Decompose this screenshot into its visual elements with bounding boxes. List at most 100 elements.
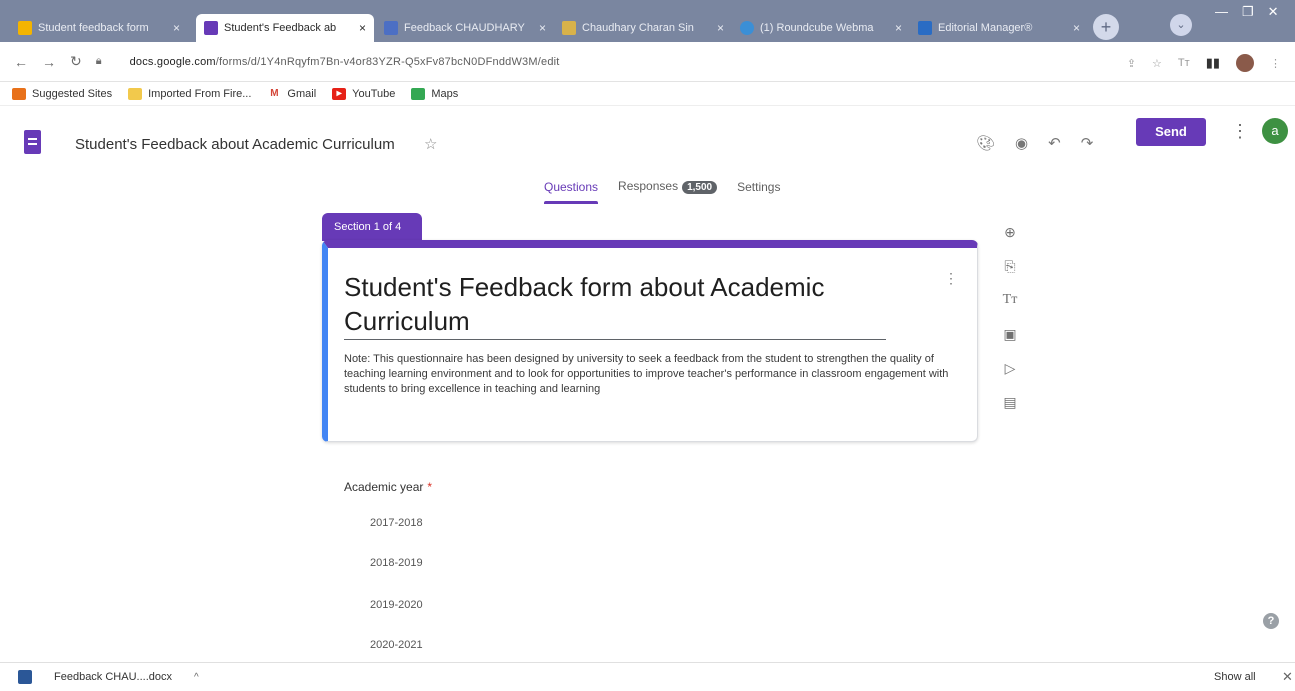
question-label: Academic year: [344, 480, 424, 494]
tab-questions[interactable]: Questions: [536, 178, 606, 204]
bookmarks-bar: Suggested Sites Imported From Fire... M …: [0, 82, 1295, 106]
add-image-icon[interactable]: ▣: [1000, 324, 1020, 344]
forms-icon: [204, 21, 218, 35]
bookmark-label: Imported From Fire...: [148, 87, 252, 100]
close-icon[interactable]: ×: [359, 21, 366, 35]
section-label: Section 1 of 4: [322, 213, 422, 241]
help-icon[interactable]: ?: [1263, 613, 1279, 629]
browser-tab-1[interactable]: Student feedback form ×: [10, 14, 188, 42]
bookmark-icon: [12, 87, 26, 100]
browser-menu-icon[interactable]: ⋮: [1270, 57, 1281, 70]
chevron-down-icon[interactable]: ⌄: [1170, 14, 1192, 36]
back-icon[interactable]: ←: [14, 54, 28, 70]
bookmark-star-icon[interactable]: ☆: [1152, 57, 1162, 70]
bookmark-label: YouTube: [352, 87, 396, 100]
window-controls: — ❐ ✕: [1215, 4, 1279, 20]
close-icon[interactable]: ×: [895, 21, 902, 35]
bookmark-suggested-sites[interactable]: Suggested Sites: [12, 87, 113, 100]
add-section-icon[interactable]: ▤: [1000, 392, 1020, 412]
tab-label: Feedback CHAUDHARY: [404, 22, 525, 34]
address-bar: ← → ↻ 🔒︎ docs.google.com/forms/d/1Y4nRqy…: [0, 42, 1295, 82]
more-vert-icon[interactable]: ⋮: [1231, 121, 1249, 142]
university-icon: [562, 21, 576, 35]
bookmark-youtube[interactable]: ▸ YouTube: [332, 87, 396, 100]
chevron-up-icon[interactable]: ^: [194, 672, 199, 683]
lock-icon[interactable]: 🔒︎: [96, 55, 102, 68]
tab-label: Student feedback form: [38, 22, 149, 34]
maps-icon: [411, 87, 426, 100]
undo-icon[interactable]: ↶: [1048, 134, 1061, 152]
forms-icon: [384, 21, 398, 35]
close-icon[interactable]: ×: [1073, 21, 1080, 35]
bookmark-gmail[interactable]: M Gmail: [267, 88, 316, 100]
download-bar: Feedback CHAU....docx ^ Show all ✕: [0, 662, 1295, 691]
option-item[interactable]: 2018-2019: [370, 557, 423, 569]
star-icon[interactable]: ☆: [424, 135, 437, 153]
title-underline: [344, 339, 886, 340]
tab-responses[interactable]: Responses 1,500: [610, 177, 725, 204]
option-item[interactable]: 2020-2021: [370, 639, 423, 651]
add-question-icon[interactable]: ⊕: [1000, 222, 1020, 242]
account-avatar[interactable]: a: [1262, 118, 1288, 144]
import-questions-icon[interactable]: ⎘: [1000, 256, 1020, 276]
browser-tab-4[interactable]: Chaudhary Charan Sin ×: [554, 14, 732, 42]
reload-icon[interactable]: ↻: [70, 53, 82, 70]
url-path: /forms/d/1Y4nRqyfm7Bn-v4or83YZR-Q5xFv87b…: [215, 55, 560, 68]
browser-tab-3[interactable]: Feedback CHAUDHARY ×: [376, 14, 554, 42]
forms-logo-icon[interactable]: [24, 130, 41, 154]
tab-strip: Student feedback form × Student's Feedba…: [0, 0, 1295, 42]
youtube-icon: ▸: [332, 87, 347, 100]
window-close-icon[interactable]: ✕: [1268, 4, 1279, 20]
tab-label: Editorial Manager®: [938, 22, 1033, 34]
question-title[interactable]: Academic year *: [344, 480, 432, 494]
card-more-icon[interactable]: ⋮: [944, 270, 958, 287]
form-title[interactable]: Student's Feedback form about Academic C…: [344, 270, 884, 338]
forward-icon[interactable]: →: [42, 54, 56, 70]
required-mark: *: [427, 480, 433, 494]
browser-tab-5[interactable]: (1) Roundcube Webma ×: [732, 14, 910, 42]
tab-label: (1) Roundcube Webma: [760, 22, 874, 34]
share-icon[interactable]: ⇪: [1127, 57, 1136, 70]
bookmark-label: Maps: [431, 87, 459, 100]
tab-label: Student's Feedback ab: [224, 22, 337, 34]
download-item[interactable]: Feedback CHAU....docx ^: [18, 670, 199, 684]
redo-icon[interactable]: ↷: [1081, 134, 1094, 152]
form-description[interactable]: Note: This questionnaire has been design…: [344, 352, 956, 397]
form-tabs: Questions Responses 1,500 Settings: [536, 177, 792, 204]
send-button[interactable]: Send: [1136, 118, 1206, 146]
add-video-icon[interactable]: ▷: [1000, 358, 1020, 378]
browser-tab-2[interactable]: Student's Feedback ab ×: [196, 14, 374, 42]
tab-label: Chaudhary Charan Sin: [582, 22, 694, 34]
close-icon[interactable]: ×: [539, 21, 546, 35]
option-item[interactable]: 2019-2020: [370, 599, 423, 611]
responses-count-badge: 1,500: [682, 181, 718, 194]
word-doc-icon: [18, 670, 32, 684]
bookmark-label: Suggested Sites: [32, 87, 113, 100]
bookmark-label: Gmail: [287, 87, 317, 100]
document-title[interactable]: Student's Feedback about Academic Curric…: [75, 136, 395, 153]
preview-eye-icon[interactable]: ◉: [1015, 134, 1028, 152]
palette-icon[interactable]: 🎨︎: [976, 134, 995, 152]
url-field[interactable]: docs.google.com/forms/d/1Y4nRqyfm7Bn-v4o…: [130, 56, 560, 68]
reading-list-icon[interactable]: ▮▮: [1206, 55, 1220, 71]
maximize-icon[interactable]: ❐: [1242, 4, 1254, 20]
tab-settings[interactable]: Settings: [729, 178, 788, 204]
close-icon[interactable]: ×: [717, 21, 724, 35]
option-item[interactable]: 2017-2018: [370, 517, 423, 529]
show-all-button[interactable]: Show all: [1214, 671, 1256, 683]
address-bar-actions: ⇪ ☆ Tт ▮▮ ⋮: [1127, 54, 1281, 72]
forms-header: Student's Feedback about Academic Curric…: [0, 114, 1295, 164]
browser-tab-6[interactable]: Editorial Manager® ×: [910, 14, 1088, 42]
roundcube-icon: [740, 21, 754, 35]
folder-icon: [128, 87, 143, 100]
close-icon[interactable]: ×: [173, 21, 180, 35]
bookmark-maps[interactable]: Maps: [411, 87, 459, 100]
profile-avatar[interactable]: [1236, 54, 1254, 72]
translate-icon[interactable]: Tт: [1178, 57, 1190, 69]
new-tab-button[interactable]: +: [1093, 14, 1119, 40]
close-icon[interactable]: ✕: [1282, 669, 1293, 685]
minimize-icon[interactable]: —: [1215, 4, 1228, 20]
add-title-icon[interactable]: Tт: [1000, 290, 1020, 310]
bookmark-imported-from-firefox[interactable]: Imported From Fire...: [128, 87, 252, 100]
header-tools: 🎨︎ ◉ ↶ ↷: [976, 134, 1093, 152]
